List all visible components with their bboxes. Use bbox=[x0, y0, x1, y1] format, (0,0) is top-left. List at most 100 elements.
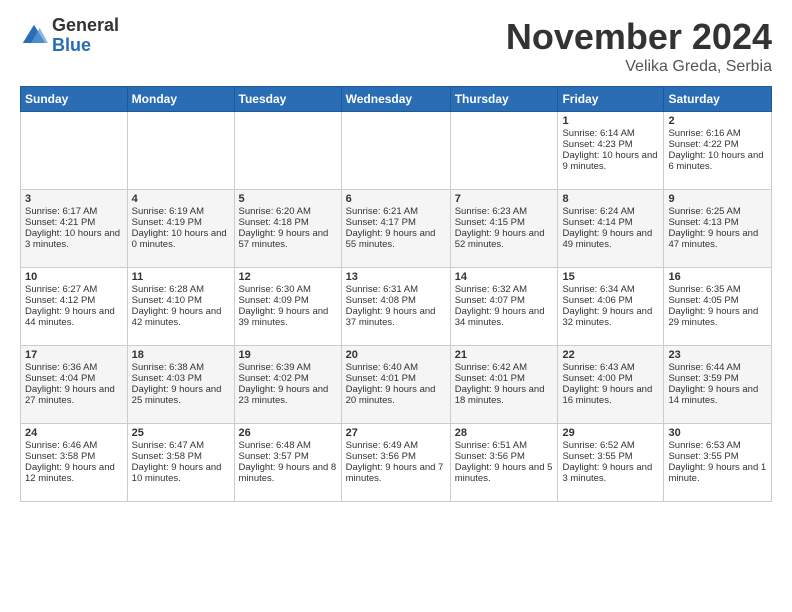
day-number: 23 bbox=[668, 349, 767, 361]
sunset-text: Sunset: 4:01 PM bbox=[346, 373, 416, 384]
sunrise-text: Sunrise: 6:35 AM bbox=[668, 284, 740, 295]
daylight-text: Daylight: 9 hours and 7 minutes. bbox=[346, 462, 444, 484]
sunrise-text: Sunrise: 6:38 AM bbox=[132, 362, 204, 373]
sunset-text: Sunset: 3:56 PM bbox=[346, 451, 416, 462]
day-cell-1: 1Sunrise: 6:14 AMSunset: 4:23 PMDaylight… bbox=[558, 112, 664, 190]
sunrise-text: Sunrise: 6:16 AM bbox=[668, 128, 740, 139]
sunrise-text: Sunrise: 6:17 AM bbox=[25, 206, 97, 217]
day-cell-9: 9Sunrise: 6:25 AMSunset: 4:13 PMDaylight… bbox=[664, 190, 772, 268]
location-subtitle: Velika Greda, Serbia bbox=[506, 58, 772, 76]
weekday-header-saturday: Saturday bbox=[664, 87, 772, 112]
week-row-2: 3Sunrise: 6:17 AMSunset: 4:21 PMDaylight… bbox=[21, 190, 772, 268]
day-number: 11 bbox=[132, 271, 230, 283]
daylight-text: Daylight: 9 hours and 57 minutes. bbox=[239, 228, 329, 250]
sunrise-text: Sunrise: 6:44 AM bbox=[668, 362, 740, 373]
daylight-text: Daylight: 9 hours and 25 minutes. bbox=[132, 384, 222, 406]
sunrise-text: Sunrise: 6:40 AM bbox=[346, 362, 418, 373]
sunrise-text: Sunrise: 6:30 AM bbox=[239, 284, 311, 295]
sunset-text: Sunset: 4:06 PM bbox=[562, 295, 632, 306]
sunrise-text: Sunrise: 6:32 AM bbox=[455, 284, 527, 295]
sunrise-text: Sunrise: 6:43 AM bbox=[562, 362, 634, 373]
day-cell-25: 25Sunrise: 6:47 AMSunset: 3:58 PMDayligh… bbox=[127, 424, 234, 502]
day-cell-23: 23Sunrise: 6:44 AMSunset: 3:59 PMDayligh… bbox=[664, 346, 772, 424]
day-cell-4: 4Sunrise: 6:19 AMSunset: 4:19 PMDaylight… bbox=[127, 190, 234, 268]
daylight-text: Daylight: 9 hours and 1 minute. bbox=[668, 462, 766, 484]
day-cell-3: 3Sunrise: 6:17 AMSunset: 4:21 PMDaylight… bbox=[21, 190, 128, 268]
sunset-text: Sunset: 4:08 PM bbox=[346, 295, 416, 306]
week-row-1: 1Sunrise: 6:14 AMSunset: 4:23 PMDaylight… bbox=[21, 112, 772, 190]
daylight-text: Daylight: 9 hours and 44 minutes. bbox=[25, 306, 115, 328]
day-number: 16 bbox=[668, 271, 767, 283]
day-cell-2: 2Sunrise: 6:16 AMSunset: 4:22 PMDaylight… bbox=[664, 112, 772, 190]
weekday-header-friday: Friday bbox=[558, 87, 664, 112]
day-number: 19 bbox=[239, 349, 337, 361]
sunset-text: Sunset: 4:12 PM bbox=[25, 295, 95, 306]
sunrise-text: Sunrise: 6:24 AM bbox=[562, 206, 634, 217]
calendar-table: SundayMondayTuesdayWednesdayThursdayFrid… bbox=[20, 86, 772, 502]
daylight-text: Daylight: 9 hours and 39 minutes. bbox=[239, 306, 329, 328]
daylight-text: Daylight: 9 hours and 52 minutes. bbox=[455, 228, 545, 250]
day-cell-empty-1 bbox=[127, 112, 234, 190]
day-cell-30: 30Sunrise: 6:53 AMSunset: 3:55 PMDayligh… bbox=[664, 424, 772, 502]
daylight-text: Daylight: 9 hours and 47 minutes. bbox=[668, 228, 758, 250]
sunset-text: Sunset: 4:10 PM bbox=[132, 295, 202, 306]
sunrise-text: Sunrise: 6:19 AM bbox=[132, 206, 204, 217]
daylight-text: Daylight: 9 hours and 20 minutes. bbox=[346, 384, 436, 406]
logo: General Blue bbox=[20, 16, 119, 56]
logo-blue-label: Blue bbox=[52, 36, 119, 56]
daylight-text: Daylight: 9 hours and 3 minutes. bbox=[562, 462, 652, 484]
day-number: 5 bbox=[239, 193, 337, 205]
day-cell-21: 21Sunrise: 6:42 AMSunset: 4:01 PMDayligh… bbox=[450, 346, 558, 424]
sunset-text: Sunset: 3:57 PM bbox=[239, 451, 309, 462]
day-number: 14 bbox=[455, 271, 554, 283]
day-cell-28: 28Sunrise: 6:51 AMSunset: 3:56 PMDayligh… bbox=[450, 424, 558, 502]
daylight-text: Daylight: 9 hours and 49 minutes. bbox=[562, 228, 652, 250]
title-block: November 2024 Velika Greda, Serbia bbox=[506, 16, 772, 76]
month-title: November 2024 bbox=[506, 16, 772, 58]
day-number: 12 bbox=[239, 271, 337, 283]
daylight-text: Daylight: 10 hours and 6 minutes. bbox=[668, 150, 763, 172]
day-cell-18: 18Sunrise: 6:38 AMSunset: 4:03 PMDayligh… bbox=[127, 346, 234, 424]
sunrise-text: Sunrise: 6:53 AM bbox=[668, 440, 740, 451]
weekday-header-monday: Monday bbox=[127, 87, 234, 112]
daylight-text: Daylight: 9 hours and 27 minutes. bbox=[25, 384, 115, 406]
weekday-header-tuesday: Tuesday bbox=[234, 87, 341, 112]
sunset-text: Sunset: 4:09 PM bbox=[239, 295, 309, 306]
sunrise-text: Sunrise: 6:42 AM bbox=[455, 362, 527, 373]
daylight-text: Daylight: 9 hours and 37 minutes. bbox=[346, 306, 436, 328]
sunrise-text: Sunrise: 6:25 AM bbox=[668, 206, 740, 217]
day-cell-14: 14Sunrise: 6:32 AMSunset: 4:07 PMDayligh… bbox=[450, 268, 558, 346]
sunrise-text: Sunrise: 6:48 AM bbox=[239, 440, 311, 451]
day-cell-empty-3 bbox=[341, 112, 450, 190]
sunrise-text: Sunrise: 6:49 AM bbox=[346, 440, 418, 451]
sunrise-text: Sunrise: 6:23 AM bbox=[455, 206, 527, 217]
day-number: 20 bbox=[346, 349, 446, 361]
day-cell-empty-2 bbox=[234, 112, 341, 190]
sunrise-text: Sunrise: 6:28 AM bbox=[132, 284, 204, 295]
day-cell-26: 26Sunrise: 6:48 AMSunset: 3:57 PMDayligh… bbox=[234, 424, 341, 502]
sunrise-text: Sunrise: 6:36 AM bbox=[25, 362, 97, 373]
day-cell-16: 16Sunrise: 6:35 AMSunset: 4:05 PMDayligh… bbox=[664, 268, 772, 346]
day-cell-20: 20Sunrise: 6:40 AMSunset: 4:01 PMDayligh… bbox=[341, 346, 450, 424]
sunset-text: Sunset: 4:07 PM bbox=[455, 295, 525, 306]
sunrise-text: Sunrise: 6:27 AM bbox=[25, 284, 97, 295]
day-number: 30 bbox=[668, 427, 767, 439]
sunrise-text: Sunrise: 6:51 AM bbox=[455, 440, 527, 451]
sunrise-text: Sunrise: 6:21 AM bbox=[346, 206, 418, 217]
day-cell-27: 27Sunrise: 6:49 AMSunset: 3:56 PMDayligh… bbox=[341, 424, 450, 502]
week-row-4: 17Sunrise: 6:36 AMSunset: 4:04 PMDayligh… bbox=[21, 346, 772, 424]
day-number: 10 bbox=[25, 271, 123, 283]
day-cell-10: 10Sunrise: 6:27 AMSunset: 4:12 PMDayligh… bbox=[21, 268, 128, 346]
sunset-text: Sunset: 3:55 PM bbox=[562, 451, 632, 462]
sunrise-text: Sunrise: 6:47 AM bbox=[132, 440, 204, 451]
sunset-text: Sunset: 3:56 PM bbox=[455, 451, 525, 462]
day-cell-12: 12Sunrise: 6:30 AMSunset: 4:09 PMDayligh… bbox=[234, 268, 341, 346]
day-number: 18 bbox=[132, 349, 230, 361]
sunrise-text: Sunrise: 6:46 AM bbox=[25, 440, 97, 451]
sunrise-text: Sunrise: 6:34 AM bbox=[562, 284, 634, 295]
daylight-text: Daylight: 9 hours and 34 minutes. bbox=[455, 306, 545, 328]
sunset-text: Sunset: 4:15 PM bbox=[455, 217, 525, 228]
daylight-text: Daylight: 9 hours and 42 minutes. bbox=[132, 306, 222, 328]
weekday-header-wednesday: Wednesday bbox=[341, 87, 450, 112]
daylight-text: Daylight: 10 hours and 0 minutes. bbox=[132, 228, 227, 250]
